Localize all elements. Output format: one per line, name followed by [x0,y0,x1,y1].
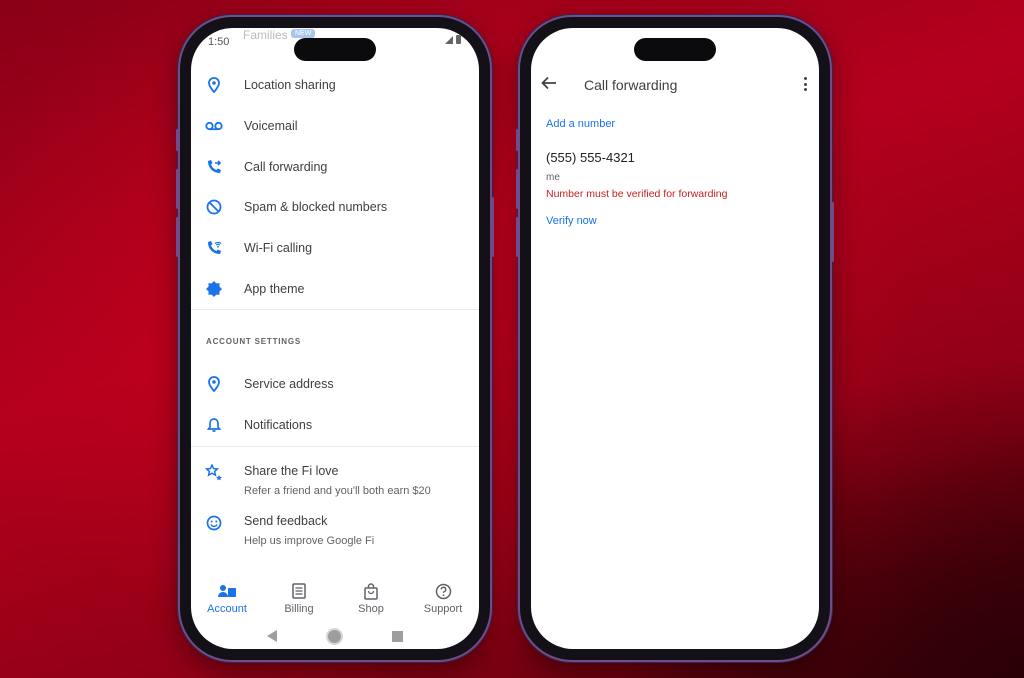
home-circle-icon[interactable] [327,629,341,643]
faded-families-header: Families [243,28,288,42]
menu-label: Wi-Fi calling [244,241,313,255]
menu-item-voicemail[interactable]: Voicemail [191,106,479,146]
phone-left: Families NEW 1:50 Location sharing Voice… [176,17,494,660]
menu-item-send-feedback[interactable]: Send feedback Help us improve Google Fi [191,512,479,556]
more-vert-icon[interactable] [801,77,809,91]
volume-up-button [516,169,519,209]
menu-label: Service address [244,377,334,391]
shop-bag-icon [364,582,378,600]
system-nav-bar [191,624,479,648]
nav-label: Shop [358,603,384,615]
menu-item-service-address[interactable]: Service address [191,364,479,404]
action-button [516,129,519,151]
billing-icon [292,582,306,600]
back-triangle-icon[interactable] [266,630,277,642]
forward-phone-number: (555) 555-4321 [546,150,635,165]
nav-label: Billing [284,603,314,615]
menu-label: Send feedback [244,514,328,528]
nav-tab-account[interactable]: Account [191,576,263,624]
verification-error: Number must be verified for forwarding [546,188,728,200]
account-icon [218,582,236,600]
recents-square-icon[interactable] [392,630,404,642]
action-button [176,129,179,151]
nav-label: Support [423,603,463,615]
wifi-calling-icon [205,239,223,257]
menu-item-notifications[interactable]: Notifications [191,405,479,445]
menu-item-location-sharing[interactable]: Location sharing [191,65,479,105]
add-number-link[interactable]: Add a number [546,118,615,130]
menu-label: Voicemail [244,119,298,133]
smiley-icon [205,514,223,532]
call-forward-icon [205,158,223,176]
bottom-nav: Account Billing Shop Support [191,576,479,624]
menu-item-share-fi[interactable]: Share the Fi love Refer a friend and you… [191,462,479,506]
nav-tab-billing[interactable]: Billing [263,576,335,624]
menu-label: Share the Fi love [244,464,339,478]
menu-item-wifi-calling[interactable]: Wi-Fi calling [191,228,479,268]
nav-label: Account [207,603,247,615]
dynamic-island [294,38,376,61]
verify-now-link[interactable]: Verify now [546,215,597,227]
menu-label: Location sharing [244,78,336,92]
location-pin-icon [205,375,223,393]
voicemail-icon [205,117,223,135]
page-title: Call forwarding [584,77,678,93]
battery-icon [456,35,461,44]
volume-down-button [176,217,179,257]
call-forwarding-screen: Call forwarding Add a number (555) 555-4… [531,28,819,649]
signal-icon [445,35,453,44]
menu-item-call-forwarding[interactable]: Call forwarding [191,147,479,187]
divider [191,309,479,310]
volume-up-button [176,169,179,209]
phone-right: Call forwarding Add a number (555) 555-4… [516,17,834,660]
menu-label: Notifications [244,418,313,432]
status-time: 1:50 [208,36,230,48]
help-icon [435,582,452,600]
block-icon [205,198,223,216]
menu-label: Call forwarding [244,160,328,174]
menu-sublabel: Refer a friend and you'll both earn $20 [244,485,431,497]
bell-icon [205,416,223,434]
account-settings-header: ACCOUNT SETTINGS [206,337,302,346]
menu-item-spam-blocked[interactable]: Spam & blocked numbers [191,187,479,227]
power-button [831,202,834,262]
menu-sublabel: Help us improve Google Fi [244,535,375,547]
menu-label: Spam & blocked numbers [244,200,388,214]
theme-icon [205,280,223,298]
power-button [491,197,494,257]
menu-item-app-theme[interactable]: App theme [191,269,479,309]
number-owner-label: me [546,172,560,183]
nav-tab-shop[interactable]: Shop [335,576,407,624]
arrow-back-icon[interactable] [541,76,559,92]
divider [191,446,479,447]
location-pin-icon [205,76,223,94]
app-bar: Call forwarding [531,68,819,100]
status-icons [445,35,461,44]
volume-down-button [516,217,519,257]
dynamic-island [634,38,716,61]
stars-icon [205,464,223,482]
new-badge: NEW [291,29,316,38]
menu-label: App theme [244,282,305,296]
account-screen: Families NEW 1:50 Location sharing Voice… [191,28,479,649]
nav-tab-support[interactable]: Support [407,576,479,624]
